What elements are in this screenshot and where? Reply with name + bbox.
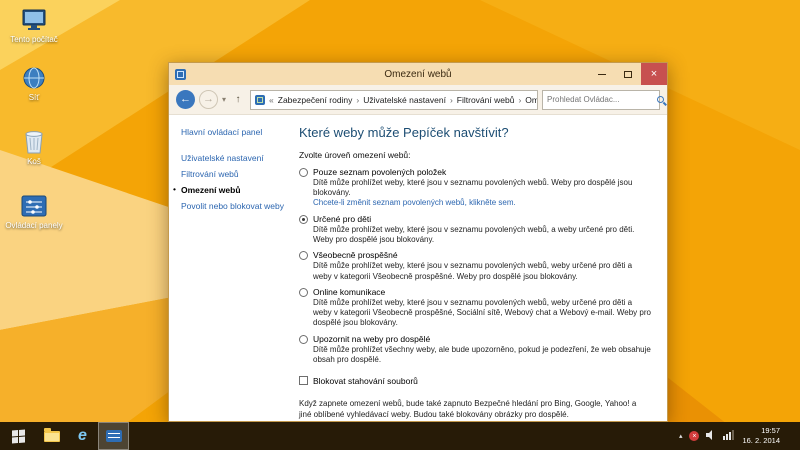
desktop-icon-label: Koš: [27, 157, 41, 166]
safe-search-note: Když zapnete omezení webů, bude také zap…: [299, 398, 637, 419]
up-button[interactable]: ↑: [230, 94, 246, 105]
page-title: Které weby může Pepíček navštívit?: [299, 125, 509, 140]
up-arrow-icon: ↑: [235, 94, 241, 105]
block-downloads-row[interactable]: Blokovat stahování souborů: [299, 375, 653, 386]
main-content: Které weby může Pepíček navštívit? Zvolt…: [293, 115, 667, 421]
breadcrumb-item-family-safety[interactable]: Zabezpečení rodiny: [278, 95, 353, 105]
breadcrumb-overflow-icon[interactable]: «: [268, 95, 275, 105]
option-label[interactable]: Pouze seznam povolených položek: [313, 167, 653, 177]
desktop-icon-network[interactable]: Síť: [4, 64, 64, 102]
search-icon: [657, 96, 664, 103]
taskbar-control-panel-active[interactable]: [98, 422, 129, 450]
windows-logo-icon: [11, 429, 25, 443]
radio-warn-on-adult[interactable]: [299, 334, 308, 344]
option-allow-list-only[interactable]: Pouze seznam povolených položek Dítě můž…: [299, 167, 653, 209]
breadcrumb-separator-icon: ›: [356, 94, 360, 105]
sidebar-item-web-restrictions: • Omezení webů: [173, 184, 241, 195]
control-panel-icon: [105, 430, 122, 442]
clock-time: 19:57: [761, 425, 780, 435]
window-titlebar[interactable]: Omezení webů ×: [169, 63, 667, 85]
internet-explorer-icon: e: [78, 427, 87, 444]
option-description: Dítě může prohlížet weby, které jsou v s…: [313, 224, 635, 245]
breadcrumb[interactable]: « Zabezpečení rodiny › Uživatelské nasta…: [250, 89, 538, 110]
recent-pages-dropdown[interactable]: ▾: [222, 95, 226, 104]
sidebar-item-allow-block-websites[interactable]: Povolit nebo blokovat weby: [181, 201, 293, 211]
breadcrumb-separator-icon: ›: [449, 94, 453, 105]
navigation-toolbar: ← → ▾ ↑ « Zabezpečení rodiny › Uživatels…: [169, 85, 667, 115]
action-center-alert-icon[interactable]: ×: [689, 431, 700, 441]
forward-icon: →: [203, 93, 214, 105]
option-description: Dítě může prohlížet weby, které jsou v s…: [313, 261, 633, 281]
sidebar-item-control-panel-home[interactable]: Hlavní ovládací panel: [181, 127, 293, 137]
option-designed-for-children[interactable]: Určené pro děti Dítě může prohlížet weby…: [299, 214, 653, 245]
edit-allow-list-link[interactable]: Chcete-li změnit seznam povolených webů,…: [313, 198, 653, 208]
location-icon: [255, 94, 266, 105]
volume-icon[interactable]: [706, 427, 716, 445]
taskbar: e ▴ × 19:57 16. 2. 2014: [0, 422, 800, 450]
close-icon: ×: [650, 68, 658, 80]
start-button[interactable]: [0, 422, 36, 450]
taskbar-internet-explorer[interactable]: e: [67, 422, 98, 450]
option-label[interactable]: Upozornit na weby pro dospělé: [313, 334, 653, 344]
sidebar: Hlavní ovládací panel Uživatelské nastav…: [169, 115, 293, 421]
taskbar-file-explorer[interactable]: [36, 422, 67, 450]
network-icon[interactable]: [723, 427, 735, 445]
sidebar-item-user-settings[interactable]: Uživatelské nastavení: [181, 153, 293, 163]
close-button[interactable]: ×: [641, 63, 667, 85]
block-downloads-checkbox[interactable]: [299, 375, 308, 385]
desktop-icon-control-panel[interactable]: Ovládací panely: [4, 192, 64, 230]
back-icon: ←: [180, 93, 191, 105]
desktop-icon-label: Tento počítač: [10, 35, 58, 44]
option-label[interactable]: Určené pro děti: [313, 214, 653, 224]
checkbox-label[interactable]: Blokovat stahování souborů: [313, 376, 418, 386]
system-tray: ▴ × 19:57 16. 2. 2014: [679, 422, 800, 450]
search-box[interactable]: [542, 89, 664, 110]
breadcrumb-separator-icon: ›: [518, 94, 522, 105]
chevron-down-icon: ▾: [222, 95, 227, 104]
option-label[interactable]: Online komunikace: [313, 287, 653, 297]
option-description: Dítě může prohlížet weby, které jsou v s…: [313, 178, 633, 198]
folder-icon: [43, 427, 60, 442]
control-panel-icon: [19, 192, 49, 219]
current-page-bullet-icon: •: [173, 184, 176, 194]
option-general-interest[interactable]: Všeobecně prospěšné Dítě může prohlížet …: [299, 250, 653, 281]
forward-button[interactable]: →: [199, 90, 218, 109]
search-input[interactable]: [547, 95, 657, 104]
minimize-button[interactable]: [589, 63, 615, 85]
maximize-icon: [624, 70, 632, 78]
option-online-communication[interactable]: Online komunikace Dítě může prohlížet we…: [299, 287, 653, 329]
sidebar-item-web-filtering[interactable]: Filtrování webů: [181, 169, 293, 179]
option-description: Dítě může prohlížet všechny weby, ale bu…: [313, 344, 651, 364]
desktop-icon-recycle-bin[interactable]: Koš: [4, 128, 64, 166]
back-button[interactable]: ←: [176, 90, 195, 109]
option-warn-on-adult[interactable]: Upozornit na weby pro dospělé Dítě může …: [299, 334, 653, 365]
desktop-icon-this-pc[interactable]: Tento počítač: [4, 6, 64, 44]
radio-allow-list-only[interactable]: [299, 168, 308, 177]
radio-online-communication[interactable]: [299, 287, 308, 297]
radio-general-interest[interactable]: [299, 251, 308, 261]
clock-date: 16. 2. 2014: [742, 436, 780, 445]
taskbar-clock[interactable]: 19:57 16. 2. 2014: [742, 426, 780, 446]
globe-icon: [19, 64, 49, 91]
chevron-up-icon: ▴: [678, 433, 683, 440]
hidden-icons-button[interactable]: ▴: [679, 432, 683, 440]
breadcrumb-item-web-restrictions[interactable]: Omezení webů: [525, 95, 537, 105]
restriction-level-label: Zvolte úroveň omezení webů:: [299, 150, 411, 160]
minimize-icon: [598, 73, 606, 75]
maximize-button[interactable]: [615, 63, 641, 85]
computer-icon: [19, 6, 49, 33]
breadcrumb-item-user-settings[interactable]: Uživatelské nastavení: [363, 95, 446, 105]
radio-designed-for-children[interactable]: [299, 214, 308, 224]
recycle-bin-icon: [19, 128, 49, 155]
desktop-icon-label: Síť: [28, 93, 40, 102]
breadcrumb-item-web-filtering[interactable]: Filtrování webů: [457, 95, 515, 105]
desktop-icon-label: Ovládací panely: [5, 221, 63, 230]
control-panel-window: Omezení webů × ← → ▾ ↑ « Zabezpečení rod…: [168, 62, 668, 422]
option-description: Dítě může prohlížet weby, které jsou v s…: [313, 297, 651, 328]
option-label[interactable]: Všeobecně prospěšné: [313, 250, 653, 260]
